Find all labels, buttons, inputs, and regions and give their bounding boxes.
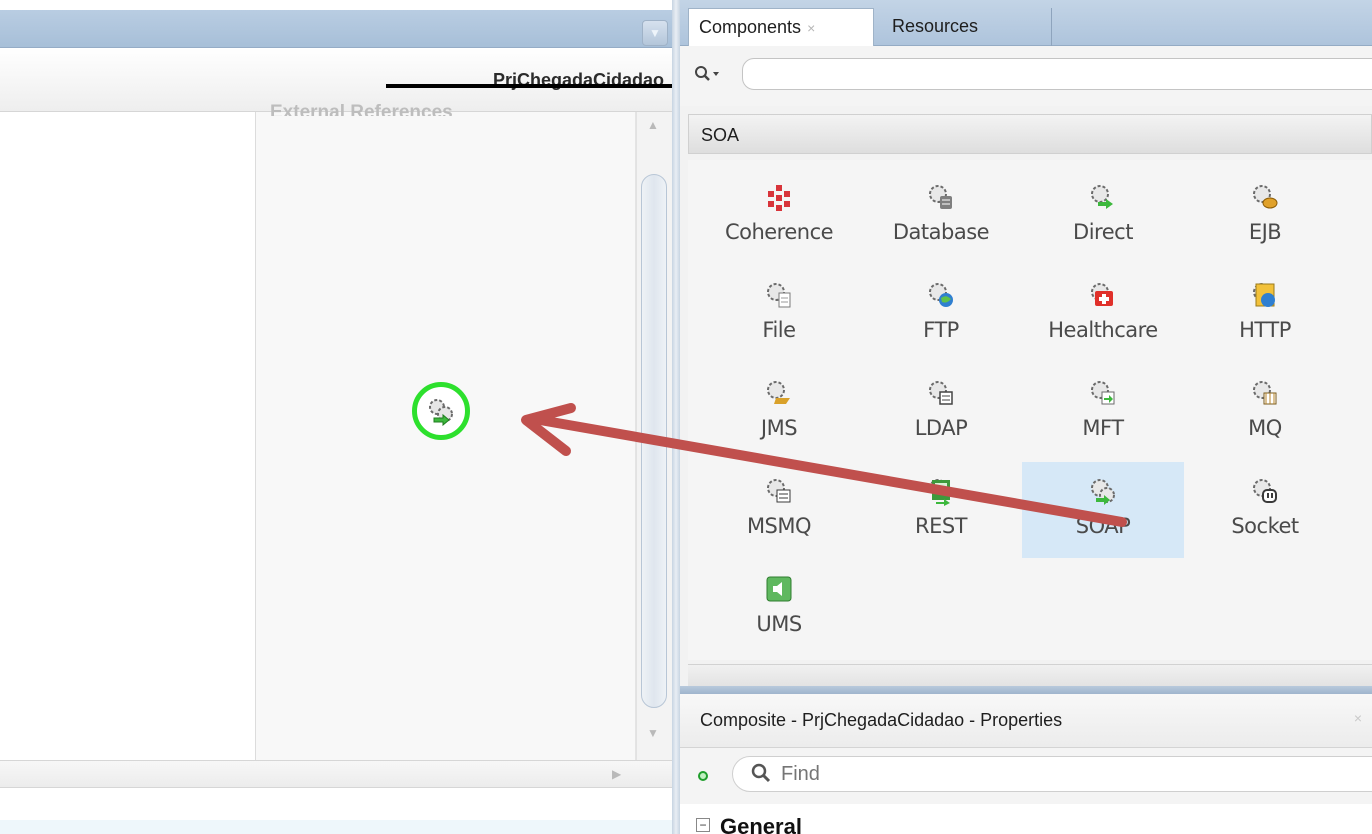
database-adapter-icon (929, 185, 952, 209)
jms-adapter-icon (767, 381, 790, 404)
palette-item-label: Coherence (724, 220, 834, 244)
composite-canvas[interactable]: External References ▲ ▼ (0, 102, 672, 760)
horizontal-scrollbar[interactable]: ▶ (0, 760, 672, 788)
rest-adapter-icon (929, 479, 950, 506)
mq-adapter-icon (1253, 381, 1277, 405)
mft-adapter-icon (1091, 381, 1115, 405)
status-dot-icon (698, 771, 708, 781)
palette-grid: Coherence Database Direct EJB File FTP Healthc… (688, 160, 1372, 660)
vertical-scrollbar[interactable]: ▲ ▼ (636, 112, 672, 760)
soap-adapter-icon (1091, 479, 1115, 505)
palette-item-label: MFT (1082, 416, 1124, 440)
palette-item-label: SOAP (1075, 514, 1131, 538)
palette-item-label: Healthcare (1048, 318, 1158, 342)
ldap-adapter-icon (929, 381, 953, 405)
properties-section-label: General (720, 814, 802, 834)
palette-item-label: File (762, 318, 796, 342)
palette-search-row (680, 46, 1372, 106)
palette-item-soap[interactable]: SOAP (1022, 462, 1184, 558)
palette-category-selector[interactable]: SOA (688, 114, 1372, 154)
panel-tab-bar: Components × Resources (680, 0, 1372, 46)
properties-title: Composite - PrjChegadaCidadao - Properti… (700, 710, 1063, 730)
properties-divider[interactable] (680, 686, 1372, 694)
palette-item-label: Socket (1231, 514, 1299, 538)
editor-dropdown-button[interactable]: ▼ (642, 20, 668, 46)
palette-item-mq[interactable]: MQ (1184, 364, 1346, 460)
socket-adapter-icon (1253, 479, 1277, 503)
search-icon[interactable] (694, 64, 724, 89)
palette-item-rest[interactable]: REST (860, 462, 1022, 558)
ftp-adapter-icon (929, 283, 953, 307)
search-icon (750, 762, 772, 789)
palette-bottom-bar (688, 664, 1372, 686)
palette-item-ejb[interactable]: EJB (1184, 168, 1346, 264)
palette-item-label: EJB (1248, 220, 1282, 244)
editor-top-strip (0, 0, 672, 10)
palette-item-direct[interactable]: Direct (1022, 168, 1184, 264)
palette-item-ftp[interactable]: FTP (860, 266, 1022, 362)
palette-item-file[interactable]: File (698, 266, 860, 362)
tab-resources-label: Resources (892, 16, 979, 36)
components-lane[interactable] (0, 112, 256, 760)
palette-item-label: FTP (923, 318, 959, 342)
palette-item-socket[interactable]: Socket (1184, 462, 1346, 558)
properties-find-input[interactable] (732, 756, 1372, 792)
collapse-icon[interactable]: − (696, 818, 710, 832)
properties-section-general[interactable]: − General (680, 804, 1372, 834)
tab-resources[interactable]: Resources (882, 8, 1052, 46)
scroll-right-icon[interactable]: ▶ (612, 767, 621, 781)
palette-item-label: REST (914, 514, 968, 538)
palette-item-label: LDAP (914, 416, 968, 440)
close-icon[interactable]: × (1354, 710, 1362, 726)
palette-item-label: Direct (1073, 220, 1133, 244)
title-strikeout-line (386, 84, 673, 88)
tab-components-label: Components (699, 17, 802, 37)
palette-item-coherence[interactable]: Coherence (698, 168, 860, 264)
editor-bottom-highlight (0, 820, 672, 834)
palette-item-ldap[interactable]: LDAP (860, 364, 1022, 460)
msmq-adapter-icon (767, 479, 791, 503)
palette-item-label: UMS (756, 612, 802, 636)
components-panel: Components × Resources SOA Coherence Datab… (680, 0, 1372, 834)
ejb-adapter-icon (1253, 185, 1278, 209)
properties-title-bar: Composite - PrjChegadaCidadao - Properti… (680, 694, 1372, 748)
ums-adapter-icon (766, 576, 792, 602)
palette-item-http[interactable]: HTTP (1184, 266, 1346, 362)
properties-find-row (680, 748, 1372, 804)
tab-components[interactable]: Components × (688, 8, 874, 46)
soap-adapter-icon (429, 399, 453, 426)
palette-item-ums[interactable]: UMS (698, 560, 860, 656)
healthcare-adapter-icon (1091, 283, 1113, 306)
palette-item-label: HTTP (1239, 318, 1291, 342)
palette-item-database[interactable]: Database (860, 168, 1022, 264)
scroll-up-icon[interactable]: ▲ (647, 118, 659, 132)
dropped-soap-service[interactable] (412, 382, 470, 440)
palette-category-label: SOA (701, 125, 740, 145)
palette-search-input[interactable] (742, 58, 1372, 90)
palette-item-msmq[interactable]: MSMQ (698, 462, 860, 558)
palette-item-label: Database (892, 220, 990, 244)
direct-adapter-icon (1091, 185, 1113, 209)
panel-splitter[interactable] (672, 0, 680, 834)
vertical-scroll-thumb[interactable] (641, 174, 667, 708)
external-references-title: External References (270, 102, 453, 116)
http-adapter-icon (1253, 283, 1275, 307)
palette-item-label: JMS (760, 416, 798, 440)
palette-item-mft[interactable]: MFT (1022, 364, 1184, 460)
chevron-down-icon: ▼ (649, 26, 661, 40)
coherence-icon (768, 185, 790, 211)
palette-item-healthcare[interactable]: Healthcare (1022, 266, 1184, 362)
editor-header-bar: ▼ (0, 10, 672, 48)
close-icon[interactable]: × (807, 20, 815, 36)
palette-item-label: MQ (1248, 416, 1282, 440)
palette-item-label: MSMQ (746, 514, 812, 538)
file-adapter-icon (767, 283, 791, 308)
palette-item-jms[interactable]: JMS (698, 364, 860, 460)
scroll-down-icon[interactable]: ▼ (647, 726, 659, 740)
